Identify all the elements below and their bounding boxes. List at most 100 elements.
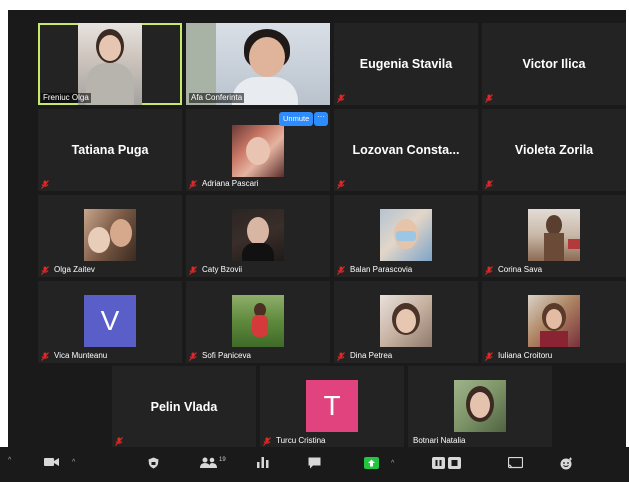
participant-status: Balan Parascovia — [337, 265, 414, 275]
participant-name: Pelin Vlada — [150, 400, 218, 414]
participant-status: Turcu Cristina — [263, 436, 328, 446]
participant-status: Dina Petrea — [337, 351, 394, 361]
muted-mic-icon — [485, 265, 493, 275]
audio-options-button[interactable]: ^ — [8, 457, 11, 464]
video-tile-sofi-paniceva[interactable]: Sofi Paniceva — [186, 281, 330, 363]
muted-mic-icon — [41, 180, 49, 189]
stop-icon — [448, 457, 461, 469]
share-screen-icon — [364, 457, 379, 469]
profile-photo — [232, 295, 284, 347]
unmute-button[interactable]: Unmute — [279, 112, 314, 126]
security-button[interactable] — [148, 457, 159, 469]
record-icon — [432, 457, 445, 469]
video-tile-corina-sava[interactable]: Corina Sava — [482, 195, 626, 277]
profile-photo — [528, 209, 580, 261]
video-tile-balan-parascovia[interactable]: Balan Parascovia — [334, 195, 478, 277]
muted-mic-icon — [337, 180, 345, 189]
video-tile-eugenia-stavila[interactable]: Eugenia Stavila — [334, 23, 478, 105]
share-screen-button[interactable]: ^ — [364, 457, 394, 469]
participant-name: Lozovan Consta... — [352, 143, 460, 157]
record-button[interactable] — [432, 457, 445, 469]
muted-mic-icon — [189, 265, 197, 275]
profile-photo — [380, 295, 432, 347]
participant-status: Caty Bzovii — [189, 265, 244, 275]
video-tile-afa-conferinta[interactable]: Afa Conferinta — [186, 23, 330, 105]
profile-photo — [232, 209, 284, 261]
security-shield-icon — [148, 457, 159, 469]
participant-status: Iuliana Croitoru — [485, 351, 554, 361]
participants-count: 19 — [219, 456, 226, 463]
participant-name: Tatiana Puga — [71, 143, 149, 157]
profile-photo — [454, 380, 506, 432]
video-tile-caty-bzovii[interactable]: Caty Bzovii — [186, 195, 330, 277]
reactions-icon — [560, 457, 573, 470]
participant-label: Freniuc Olga — [41, 93, 91, 103]
profile-photo — [232, 125, 284, 177]
muted-mic-icon — [485, 351, 493, 361]
muted-mic-icon — [41, 351, 49, 361]
video-tile-pelin-vlada[interactable]: Pelin Vlada — [112, 366, 256, 448]
reactions-button[interactable] — [560, 457, 573, 470]
muted-mic-icon — [41, 265, 49, 275]
participant-status: Sofi Paniceva — [189, 351, 253, 361]
polls-icon — [257, 457, 269, 468]
participant-status — [485, 180, 493, 189]
video-tile-turcu-cristina[interactable]: T Turcu Cristina — [260, 366, 404, 448]
chevron-up-icon: ^ — [72, 458, 76, 466]
chevron-up-icon: ^ — [391, 459, 395, 467]
participant-label: Afa Conferinta — [189, 93, 245, 103]
meeting-toolbar: ^ ^ 19 ^ — [0, 447, 629, 482]
video-tile-olga-zaitev[interactable]: Olga Zaitev — [38, 195, 182, 277]
muted-mic-icon — [485, 180, 493, 189]
profile-photo — [380, 209, 432, 261]
video-tile-vica-munteanu[interactable]: V Vica Munteanu — [38, 281, 182, 363]
muted-mic-icon — [337, 351, 345, 361]
chat-button[interactable] — [308, 457, 321, 469]
profile-photo — [528, 295, 580, 347]
participant-status — [485, 94, 493, 103]
video-tile-tatiana-puga[interactable]: Tatiana Puga — [38, 109, 182, 191]
muted-mic-icon — [263, 436, 271, 446]
muted-mic-icon — [115, 437, 123, 446]
polls-button[interactable] — [257, 457, 269, 468]
video-tile-adriana-pascari[interactable]: Unmute ··· Adriana Pascari — [186, 109, 330, 191]
participant-name: Victor Ilica — [522, 57, 586, 71]
video-tile-victor-ilica[interactable]: Victor Ilica — [482, 23, 626, 105]
muted-mic-icon — [485, 94, 493, 103]
video-tile-freniuc-olga[interactable]: Freniuc Olga — [38, 23, 182, 105]
profile-photo — [84, 209, 136, 261]
cast-icon — [508, 457, 523, 469]
muted-mic-icon — [189, 351, 197, 361]
participants-button[interactable]: 19 — [200, 457, 226, 468]
participant-status: Adriana Pascari — [189, 179, 260, 189]
participants-icon — [200, 457, 217, 468]
participant-status: Corina Sava — [485, 265, 544, 275]
video-button[interactable]: ^ — [44, 457, 75, 467]
video-icon — [44, 457, 60, 467]
participant-status: Vica Munteanu — [41, 351, 109, 361]
chat-icon — [308, 457, 321, 469]
participant-status: Olga Zaitev — [41, 265, 97, 275]
participant-status: Botnari Natalia — [413, 436, 466, 445]
participant-status — [115, 437, 123, 446]
video-tile-violeta-zorila[interactable]: Violeta Zorila — [482, 109, 626, 191]
muted-mic-icon — [337, 265, 345, 275]
video-tile-lozovan[interactable]: Lozovan Consta... — [334, 109, 478, 191]
participant-name: Violeta Zorila — [514, 143, 594, 157]
participant-name: Eugenia Stavila — [359, 57, 453, 71]
muted-mic-icon — [189, 179, 197, 189]
chevron-up-icon: ^ — [8, 457, 12, 464]
cast-button[interactable] — [508, 457, 523, 469]
participant-status — [337, 180, 345, 189]
avatar-letter: V — [84, 295, 136, 347]
video-tile-iuliana-croitoru[interactable]: Iuliana Croitoru — [482, 281, 626, 363]
muted-mic-icon — [337, 94, 345, 103]
avatar-letter: T — [306, 380, 358, 432]
meeting-window: Freniuc Olga Afa Conferinta Eugenia Stav… — [8, 10, 626, 482]
participant-status — [337, 94, 345, 103]
participant-status — [41, 180, 49, 189]
video-tile-dina-petrea[interactable]: Dina Petrea — [334, 281, 478, 363]
video-tile-botnari-natalia[interactable]: Botnari Natalia — [408, 366, 552, 448]
stop-recording-button[interactable] — [448, 457, 461, 469]
more-options-button[interactable]: ··· — [314, 112, 328, 126]
